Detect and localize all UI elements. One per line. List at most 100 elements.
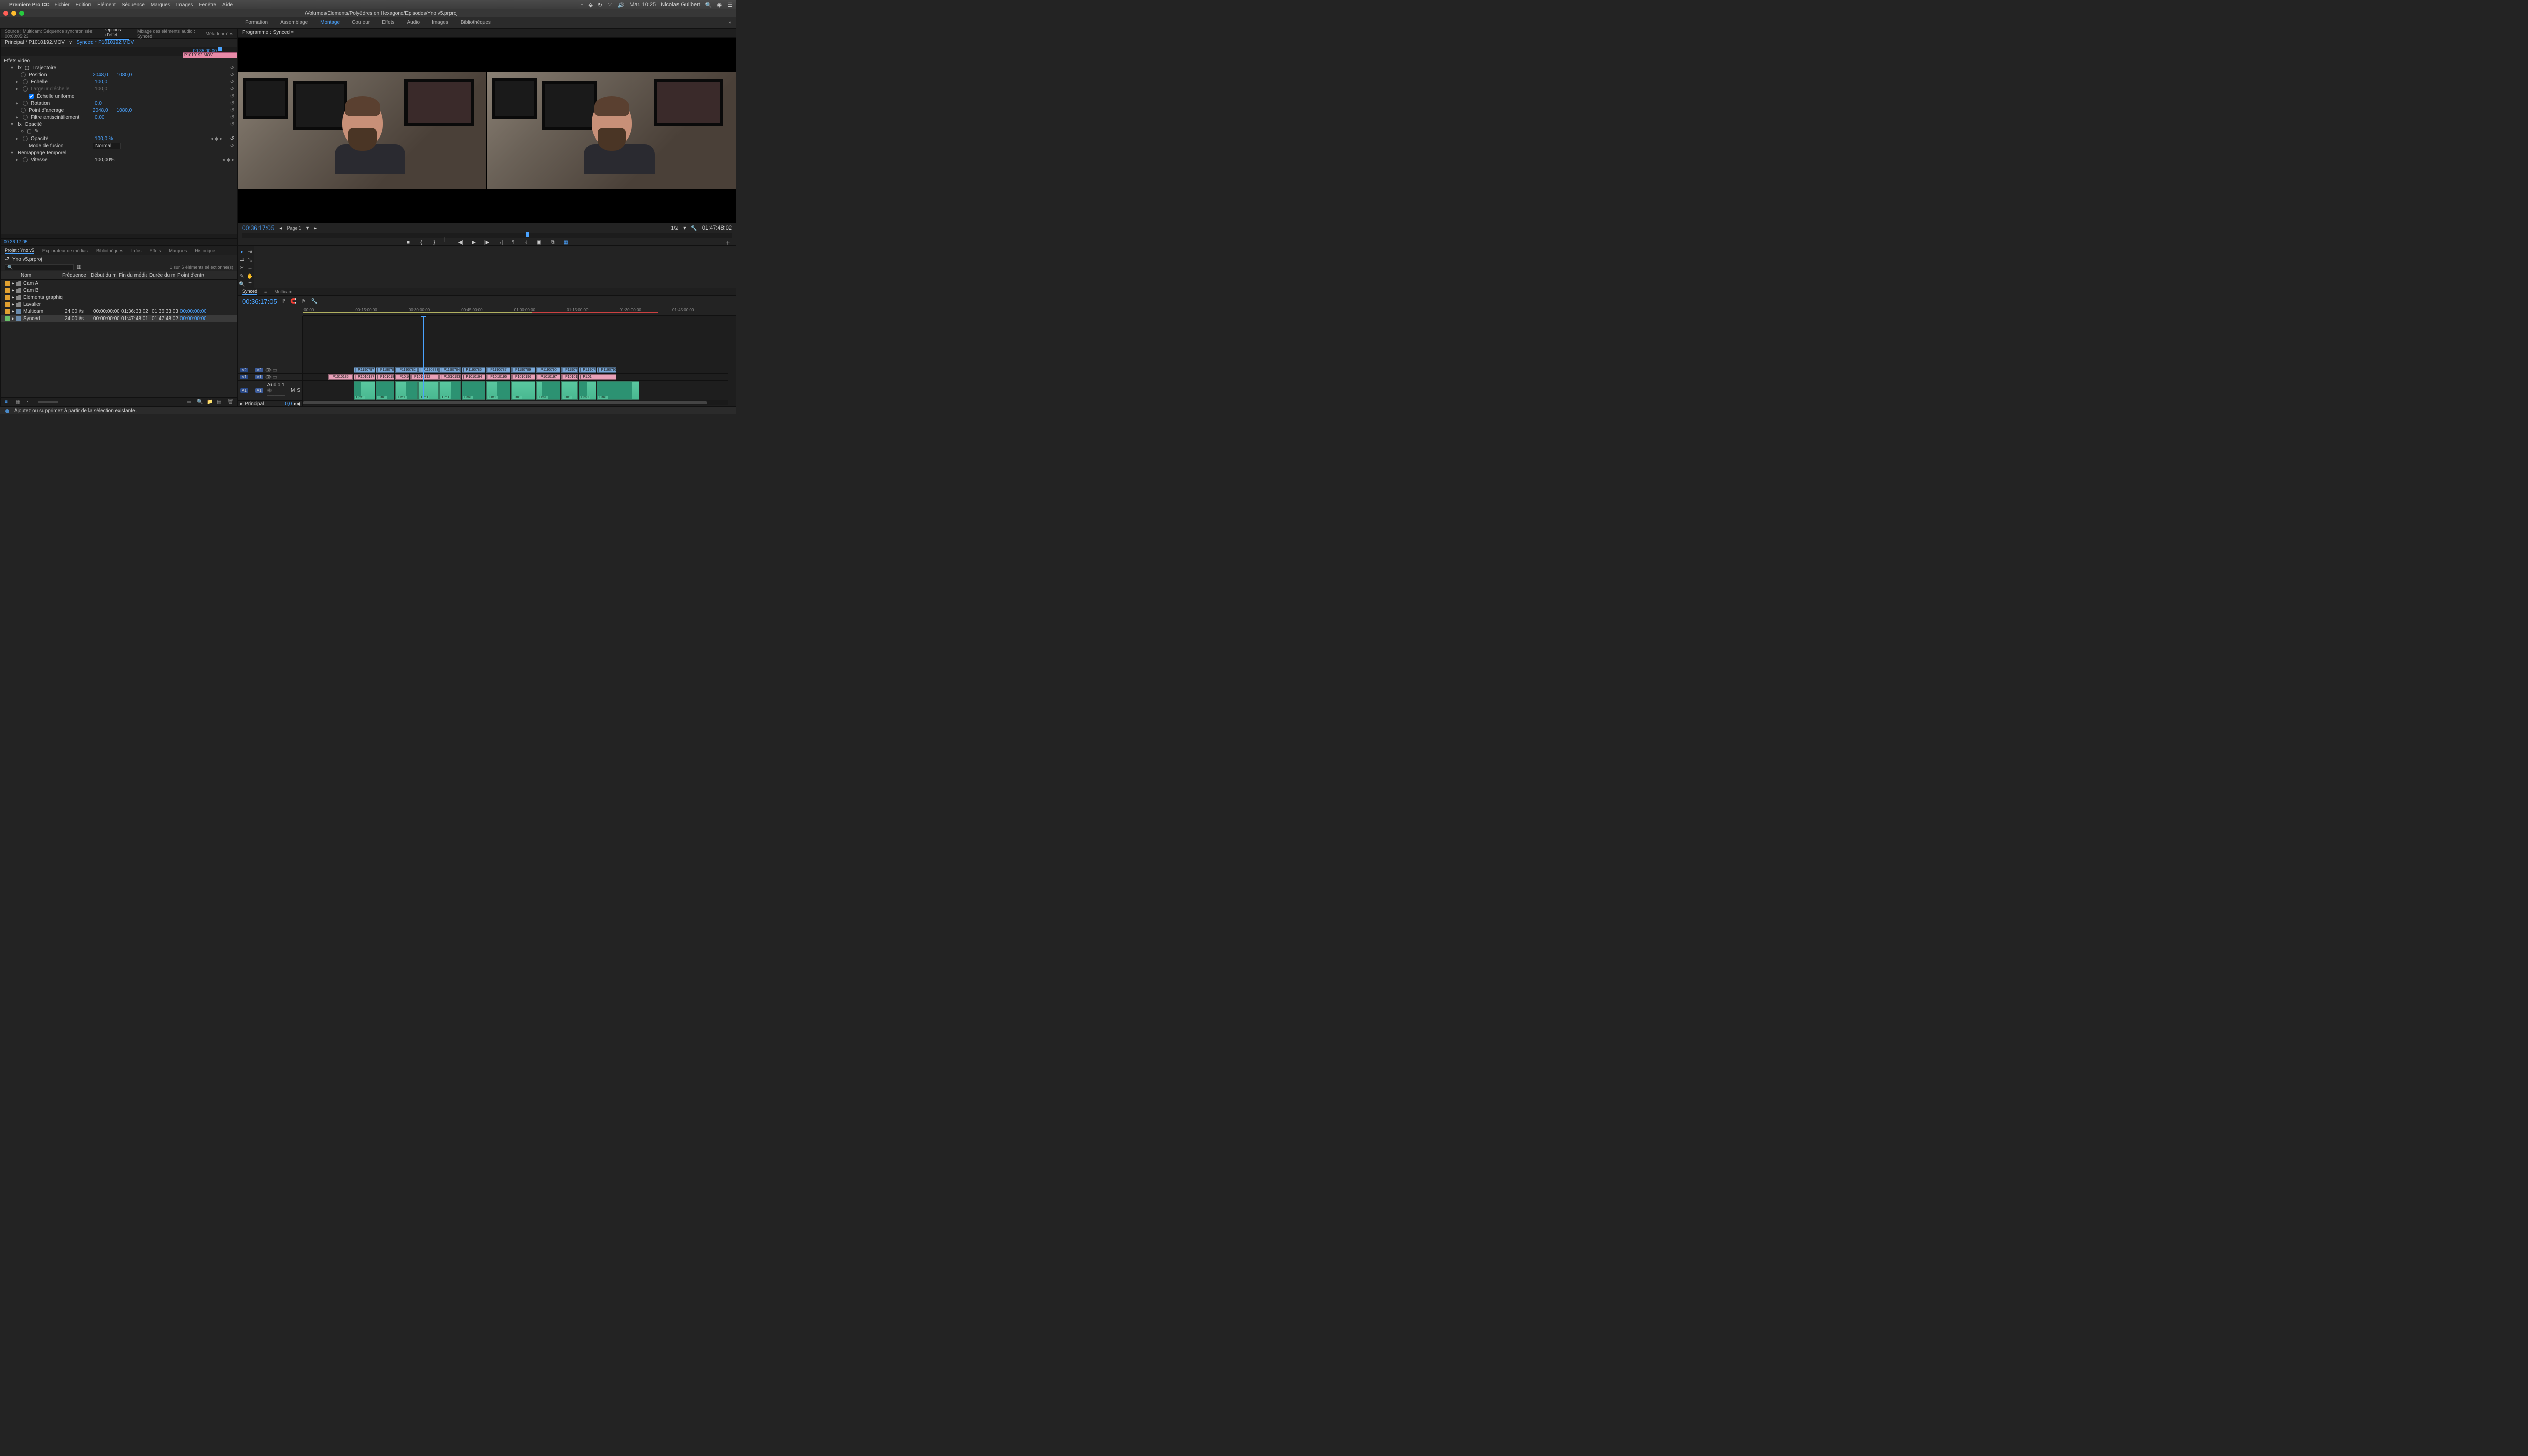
- list-view-icon[interactable]: ≡: [5, 399, 11, 405]
- menubar-backup-icon[interactable]: ↻: [598, 2, 602, 8]
- menubar-dropbox-icon[interactable]: ⬙: [588, 2, 592, 8]
- clip[interactable]: ▏P1010185: [328, 374, 353, 380]
- effect-footer-timecode[interactable]: 00:36:17:05: [4, 239, 28, 244]
- clip[interactable]: ▏P1190789: [511, 367, 536, 373]
- clip[interactable]: ▏P101: [579, 374, 616, 380]
- linked-selection-icon[interactable]: 🧲: [290, 299, 296, 304]
- page-prev-icon[interactable]: ◂: [279, 225, 282, 231]
- workspace-bibliotheques[interactable]: Bibliothèques: [461, 20, 491, 25]
- prop-rotation-value[interactable]: 0,0: [95, 101, 102, 106]
- project-up-icon[interactable]: ⮐: [5, 255, 9, 264]
- window-minimize-button[interactable]: [11, 11, 16, 16]
- tab-markers[interactable]: Marques: [169, 248, 187, 253]
- menu-fenetre[interactable]: Fenêtre: [199, 2, 216, 8]
- prop-position-y[interactable]: 1080,0: [117, 72, 132, 78]
- workspace-couleur[interactable]: Couleur: [352, 20, 370, 25]
- snap-icon[interactable]: ⁋: [282, 299, 285, 304]
- audio-clip[interactable]: Cm1: [579, 381, 596, 400]
- effect-opacity-label[interactable]: Opacité: [25, 122, 85, 127]
- audio-clip[interactable]: Cm1: [536, 381, 560, 400]
- effect-mini-playhead[interactable]: [218, 47, 222, 51]
- effect-time-remap-label[interactable]: Remappage temporel: [18, 150, 78, 156]
- keyframe-toggle-scale[interactable]: [23, 79, 28, 84]
- clip[interactable]: ▏P1190783: [418, 367, 438, 373]
- audio-clip[interactable]: Cm1: [395, 381, 418, 400]
- menu-fichier[interactable]: Fichier: [54, 2, 69, 8]
- hand-tool[interactable]: ✋: [247, 272, 254, 280]
- razor-tool[interactable]: ✂: [239, 264, 246, 271]
- keyframe-toggle-opacity[interactable]: [23, 136, 28, 141]
- reset-scale-width-icon[interactable]: ↺: [230, 86, 234, 92]
- zoom-level-select[interactable]: 1/2: [671, 225, 678, 231]
- export-frame-button[interactable]: ▣: [536, 239, 543, 245]
- marker-icon[interactable]: ⚑: [302, 299, 306, 304]
- twirl-scale[interactable]: ▸: [16, 79, 20, 85]
- col-dur[interactable]: Durée du média: [149, 272, 175, 278]
- multicam-feed-1[interactable]: [238, 72, 486, 189]
- selection-tool[interactable]: ▸: [239, 248, 246, 255]
- close-tab-synced-icon[interactable]: ≡: [264, 289, 267, 294]
- zoom-tool[interactable]: 🔍: [239, 281, 246, 288]
- audio-clip[interactable]: Cm1: [511, 381, 536, 400]
- prop-scale-value[interactable]: 100,0: [95, 79, 107, 85]
- keyframe-nav-opacity[interactable]: ◂ ◆ ▸: [211, 136, 222, 142]
- sequence-tab-multicam[interactable]: Multicam: [274, 289, 292, 294]
- workspace-formation[interactable]: Formation: [245, 20, 268, 25]
- twirl-speed[interactable]: ▸: [16, 157, 20, 163]
- spotlight-icon[interactable]: 🔍: [705, 2, 712, 8]
- timeline-timecode[interactable]: 00:36:17:05: [242, 298, 277, 305]
- twirl-time-remap[interactable]: ▾: [11, 150, 15, 156]
- mark-in-button[interactable]: ■: [405, 239, 411, 245]
- new-bin-icon[interactable]: 📁: [207, 399, 213, 405]
- reset-rotation-icon[interactable]: ↺: [230, 101, 234, 106]
- twirl-rotation[interactable]: ▸: [16, 101, 20, 106]
- pen-tool[interactable]: ✎: [239, 272, 246, 280]
- button-editor-icon[interactable]: ＋: [725, 239, 731, 245]
- tab-effect-options[interactable]: Options d'effet: [105, 28, 129, 40]
- window-close-button[interactable]: [3, 11, 8, 16]
- go-to-out-button[interactable]: →|: [497, 239, 503, 245]
- clip[interactable]: ▏P1190784: [439, 367, 461, 373]
- tab-effects[interactable]: Effets: [150, 248, 161, 253]
- menu-marques[interactable]: Marques: [151, 2, 170, 8]
- track-header-a1[interactable]: A1A1Audio 1◉ ─────MS: [238, 381, 302, 401]
- tab-metadata[interactable]: Métadonnées: [205, 31, 233, 36]
- audio-clip[interactable]: Cm1: [597, 381, 639, 400]
- effect-breadcrumb-clip[interactable]: Synced * P1010192.MOV: [76, 40, 134, 46]
- audio-clip[interactable]: Cm1: [561, 381, 578, 400]
- keyframe-toggle-speed[interactable]: [23, 157, 28, 162]
- blend-mode-select[interactable]: Normal: [93, 143, 121, 149]
- ripple-edit-tool[interactable]: ⇄: [239, 256, 246, 263]
- settings-wrench-icon[interactable]: 🔧: [691, 225, 697, 231]
- timeline-settings-icon[interactable]: 🔧: [311, 299, 317, 304]
- tab-libraries[interactable]: Bibliothèques: [96, 248, 123, 253]
- notification-center-icon[interactable]: ☰: [727, 2, 732, 8]
- clip[interactable]: ▏P1190787: [486, 367, 510, 373]
- clip[interactable]: ▏P1010194: [462, 374, 485, 380]
- keyframe-toggle-position[interactable]: [21, 72, 26, 77]
- reset-motion-icon[interactable]: ↺: [230, 65, 234, 71]
- uniform-scale-checkbox[interactable]: [29, 94, 34, 99]
- clip[interactable]: ▏P1190782: [395, 367, 418, 373]
- app-name[interactable]: Premiere Pro CC: [9, 2, 49, 8]
- mask-pen-icon[interactable]: ✎: [35, 129, 39, 134]
- prop-position-x[interactable]: 2048,0: [93, 72, 108, 78]
- workspace-overflow-icon[interactable]: »: [728, 20, 731, 25]
- audio-clip[interactable]: Cm1: [376, 381, 394, 400]
- twirl-opacity-val[interactable]: ▸: [16, 136, 20, 142]
- audio-clip[interactable]: Cm1: [486, 381, 510, 400]
- workspace-effets[interactable]: Effets: [382, 20, 394, 25]
- filter-bins-icon[interactable]: ▥: [77, 264, 81, 270]
- clip[interactable]: ▏P1190797: [354, 367, 375, 373]
- program-timecode[interactable]: 00:36:17:05: [242, 224, 274, 232]
- clip[interactable]: ▏P1010192: [410, 374, 439, 380]
- prop-anchor-x[interactable]: 2048,0: [93, 108, 108, 113]
- keyframe-nav-speed[interactable]: ◂ ◆ ▸: [222, 157, 234, 163]
- menubar-volume-icon[interactable]: 🔊: [617, 2, 624, 8]
- workspace-audio[interactable]: Audio: [407, 20, 420, 25]
- tab-audio-mixer[interactable]: Mixage des éléments audio : Synced: [137, 29, 197, 39]
- workspace-images[interactable]: Images: [432, 20, 448, 25]
- project-item[interactable]: ▸ Cam A: [1, 280, 237, 287]
- twirl-antiflicker[interactable]: ▸: [16, 115, 20, 120]
- tab-history[interactable]: Historique: [195, 248, 215, 253]
